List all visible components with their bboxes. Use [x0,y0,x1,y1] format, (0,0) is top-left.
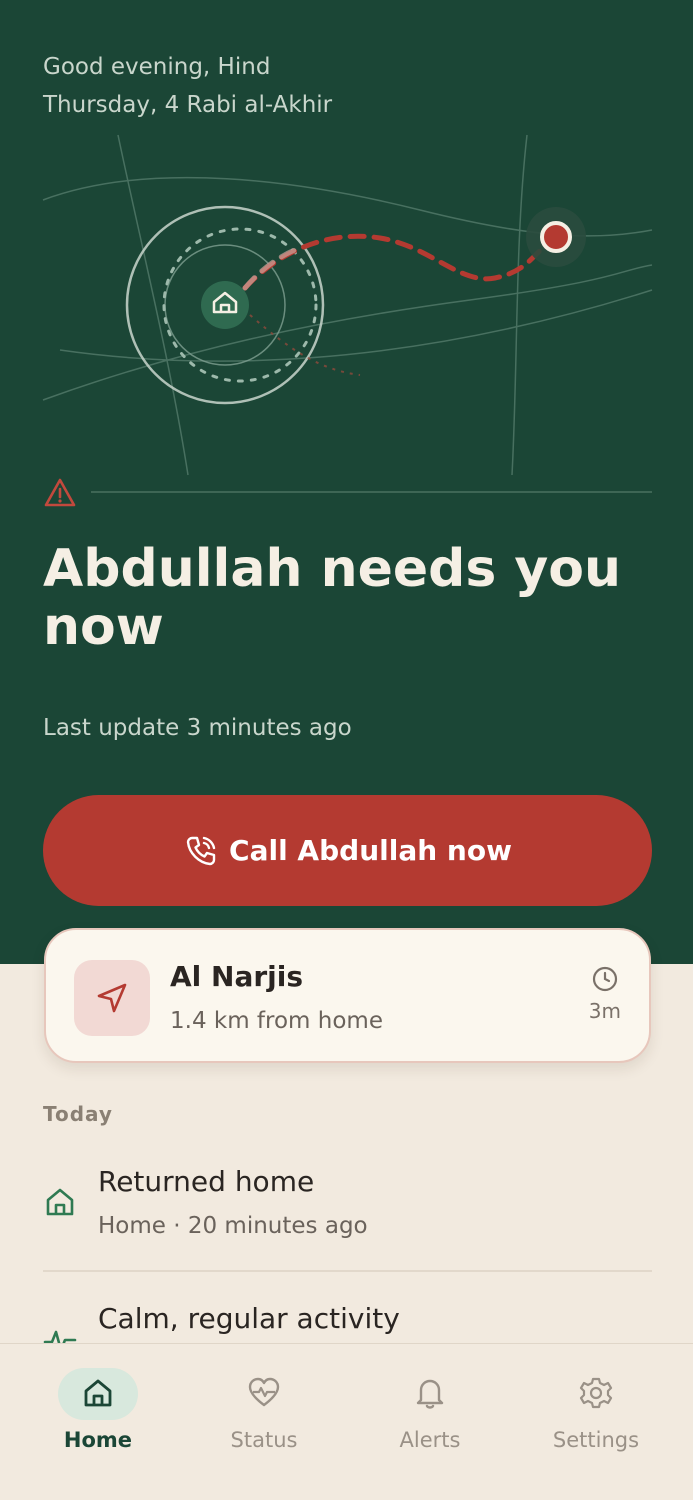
greeting-text: Good evening, Hind [43,54,271,80]
nav-item-status[interactable]: Status [194,1344,334,1464]
bell-icon [416,1379,444,1409]
section-label-today: Today [43,1102,113,1126]
clock-icon [592,966,618,992]
alert-divider-row [43,476,652,510]
nav-item-alerts[interactable]: Alerts [360,1344,500,1464]
activity-title: Returned home [98,1165,315,1198]
location-time-ago: 3m [588,999,621,1023]
nav-label: Home [63,1428,133,1452]
home-icon [84,1379,112,1407]
call-button[interactable]: Call Abdullah now [43,795,652,906]
activity-subtitle: Home · 20 minutes ago [98,1213,368,1239]
hero-section: Good evening, Hind Thursday, 4 Rabi al-A… [0,0,693,964]
phone-icon [186,836,216,865]
nav-item-home[interactable]: Home [28,1344,168,1464]
location-icon-tile [74,960,150,1036]
activity-item[interactable]: Calm, regular activity [43,1302,652,1343]
call-button-label: Call Abdullah now [229,834,512,867]
heartbeat-icon [43,1330,77,1343]
nav-item-settings[interactable]: Settings [526,1344,666,1464]
activity-item[interactable]: Returned home Home · 20 minutes ago [43,1165,652,1255]
heart-pulse-icon [248,1377,280,1407]
route-map[interactable] [0,120,693,490]
nav-label: Status [230,1428,298,1452]
gear-icon [579,1377,613,1409]
navigation-arrow-icon [97,983,127,1013]
last-update-text: Last update 3 minutes ago [43,715,352,741]
bottom-nav: Home Status Alerts Settings [0,1343,693,1500]
alert-headline: Abdullah needs you now [43,539,622,657]
activity-title: Calm, regular activity [98,1302,400,1335]
greeting-block: Good evening, Hind Thursday, 4 Rabi al-A… [43,48,332,124]
location-distance: 1.4 km from home [170,1008,383,1034]
location-name: Al Narjis [170,960,304,993]
divider [91,491,652,493]
home-icon [46,1188,74,1216]
date-text: Thursday, 4 Rabi al-Akhir [43,92,333,118]
nav-label: Alerts [399,1428,461,1452]
location-card[interactable]: Al Narjis 1.4 km from home 3m [44,928,651,1063]
nav-label: Settings [552,1428,640,1452]
warning-triangle-icon [44,478,76,507]
divider [43,1270,652,1272]
